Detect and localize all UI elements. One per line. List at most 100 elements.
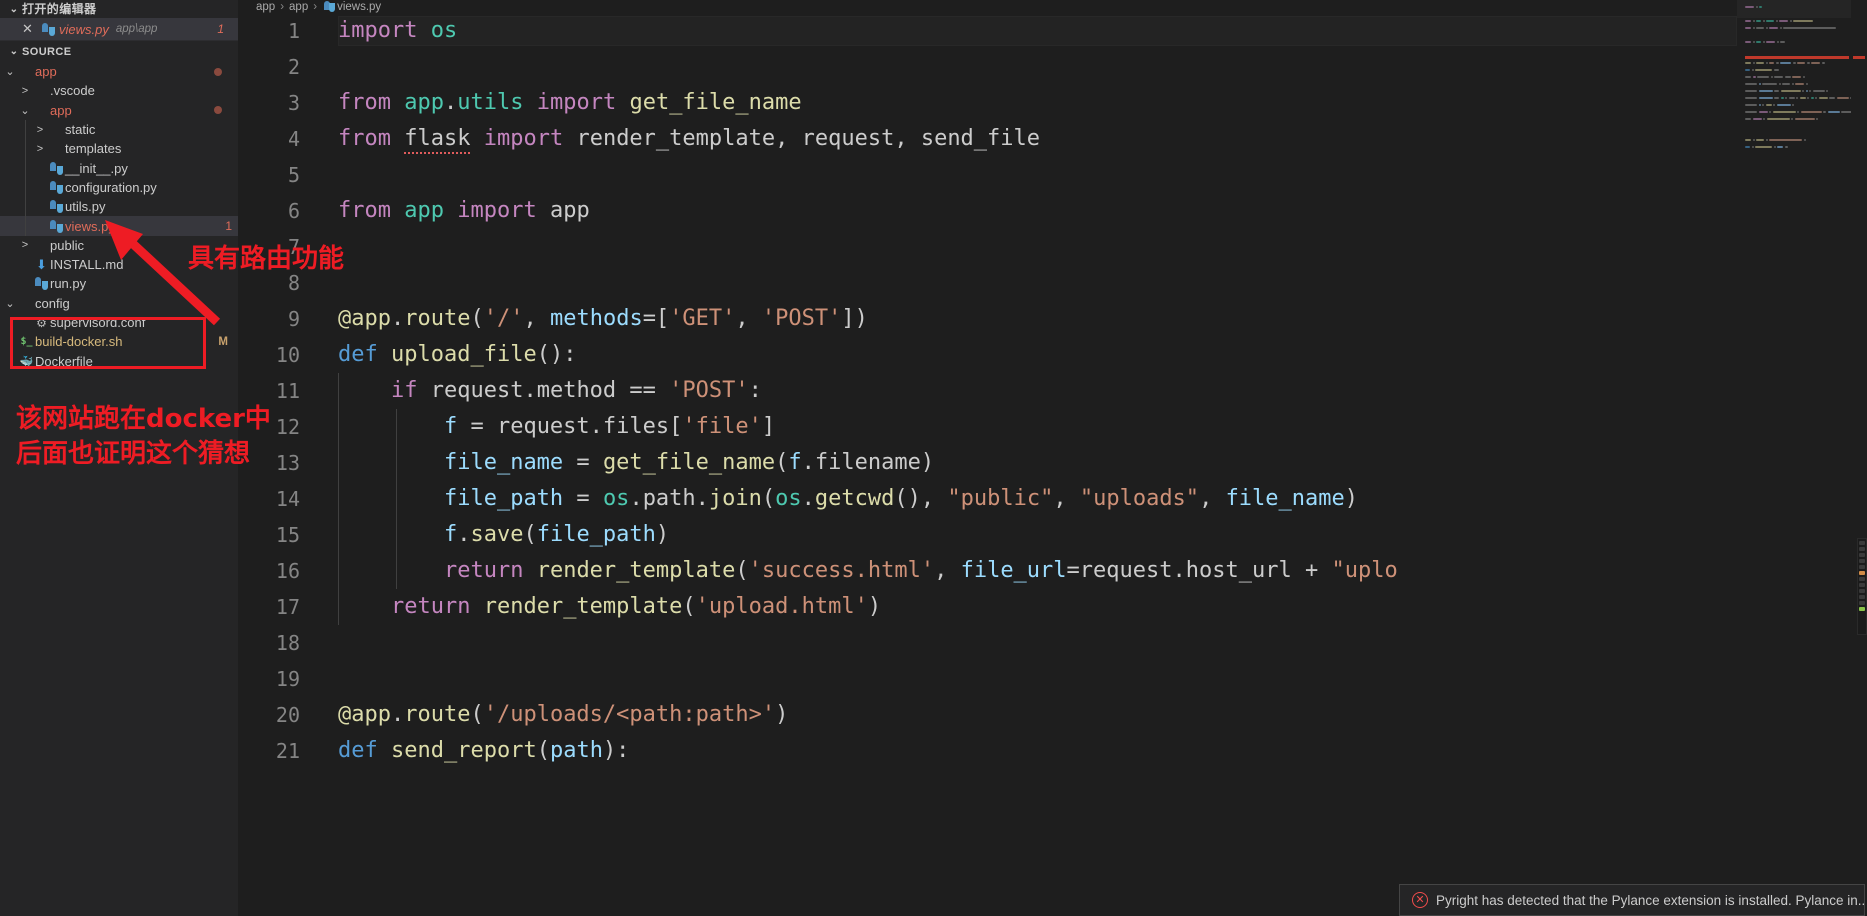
explorer-sidebar[interactable]: ⌄ 打开的编辑器 ✕ views.py app\app 1 ⌄ SOURCE ⌄…: [0, 0, 238, 916]
code-token: render_template: [483, 594, 683, 619]
open-editor-item-viewspy[interactable]: ✕ views.py app\app 1: [0, 18, 238, 41]
code-line[interactable]: 10 def upload_file():: [238, 337, 1737, 373]
tree-item--init-py[interactable]: __init__.py: [0, 158, 238, 178]
chevron-down-icon[interactable]: ⌄: [2, 65, 18, 78]
explorer-section-header-source[interactable]: ⌄ SOURCE: [0, 41, 238, 62]
tree-item-run-py[interactable]: run.py: [0, 274, 238, 293]
editor-pane: app › app › views.py 1 import os 2 3 from ap…: [238, 0, 1867, 916]
code-line[interactable]: 8: [238, 265, 1737, 301]
close-icon[interactable]: ✕: [22, 21, 40, 37]
code-token: ): [1344, 486, 1359, 511]
breadcrumb[interactable]: app › app › views.py: [238, 0, 381, 13]
tree-item-app[interactable]: ⌄ app: [0, 62, 238, 81]
chevron-right-icon[interactable]: >: [32, 143, 48, 155]
code-line[interactable]: 13 file_name = get_file_name(f.filename): [238, 445, 1737, 481]
code-line[interactable]: 19: [238, 661, 1737, 697]
tree-item-build-docker-sh[interactable]: $_ build-docker.sh M: [0, 332, 238, 351]
code-token: if: [390, 378, 418, 403]
scrollbar-overview-ruler[interactable]: [1851, 0, 1867, 916]
minimap-token: [1784, 76, 1791, 78]
tree-item-config[interactable]: ⌄ config: [0, 294, 238, 313]
code-line-text: from flask import render_template, reque…: [300, 121, 1040, 157]
code-line[interactable]: 6 from app import app: [238, 193, 1737, 229]
tree-item-views-py[interactable]: views.py 1: [0, 216, 238, 236]
code-line[interactable]: 18: [238, 625, 1737, 661]
indent-guide: [25, 119, 26, 140]
code-line[interactable]: 21 def send_report(path):: [238, 733, 1737, 769]
code-editor[interactable]: 1 import os 2 3 from app.utils import get_fi…: [238, 13, 1737, 916]
code-line[interactable]: 3 from app.utils import get_file_name: [238, 85, 1737, 121]
minimap-token: [1794, 118, 1815, 120]
minimap-token: [1745, 69, 1750, 71]
code-line[interactable]: 5: [238, 157, 1737, 193]
code-line[interactable]: 9 @app.route('/', methods=['GET', 'POST']…: [238, 301, 1737, 337]
minimap-token: [1745, 97, 1757, 99]
tree-item-public[interactable]: > public: [0, 236, 238, 255]
tree-item-templates[interactable]: > templates: [0, 139, 238, 159]
code-line[interactable]: 15 f.save(file_path): [238, 517, 1737, 553]
code-line[interactable]: 12 f = request.files['file']: [238, 409, 1737, 445]
code-token: .: [629, 486, 643, 511]
minimap-token: [1841, 111, 1851, 113]
chevron-down-icon[interactable]: ⌄: [2, 297, 18, 310]
minimap-token: [1780, 41, 1785, 43]
tree-item-app[interactable]: ⌄ app: [0, 101, 238, 120]
chevron-right-icon[interactable]: >: [32, 124, 48, 136]
chevron-down-icon: ⌄: [9, 46, 19, 57]
line-number: 5: [287, 163, 300, 187]
breadcrumb-item-2[interactable]: views.py: [337, 1, 381, 13]
code-token: .: [443, 90, 458, 115]
breadcrumb-item-1[interactable]: app: [289, 1, 308, 13]
minimap-token: [1758, 90, 1773, 92]
code-line-text: from app import app: [300, 193, 590, 229]
tree-item-dockerfile[interactable]: 🐳 Dockerfile: [0, 351, 238, 370]
minimap-token: [1780, 90, 1801, 92]
open-editors-title: 打开的编辑器: [22, 1, 97, 16]
minimap[interactable]: [1737, 0, 1851, 916]
minimap-token: [1745, 139, 1751, 141]
code-line[interactable]: 11 if request.method == 'POST':: [238, 373, 1737, 409]
code-line[interactable]: 4 from flask import render_template, requ…: [238, 121, 1737, 157]
code-line[interactable]: 16 return render_template('success.html'…: [238, 553, 1737, 589]
code-token: (: [761, 486, 776, 511]
minimap-token: [1745, 76, 1751, 78]
tree-item-configuration-py[interactable]: configuration.py: [0, 177, 238, 198]
line-number: 7: [287, 235, 300, 259]
minimap-token: [1812, 90, 1825, 92]
file-tree[interactable]: ⌄ app > .vscode ⌄ app > static > templates __init_…: [0, 62, 238, 371]
tree-item-label: configuration.py: [65, 179, 157, 195]
python-file-icon: [40, 22, 57, 36]
code-line[interactable]: 2: [238, 49, 1737, 85]
code-line[interactable]: 14 file_path = os.path.join(os.getcwd(),…: [238, 481, 1737, 517]
tree-item-install-md[interactable]: ⬇ INSTALL.md: [0, 255, 238, 274]
chevron-down-icon[interactable]: ⌄: [17, 104, 33, 117]
code-token: f: [443, 522, 458, 547]
code-line[interactable]: 17 return render_template('upload.html'): [238, 589, 1737, 625]
code-line[interactable]: 20 @app.route('/uploads/<path:path>'): [238, 697, 1737, 733]
code-token: os: [430, 18, 458, 43]
notification-message: Pyright has detected that the Pylance ex…: [1436, 892, 1864, 908]
minimap-token: [1799, 97, 1806, 99]
minimap-token: [1756, 27, 1764, 29]
code-line[interactable]: 1 import os: [238, 13, 1737, 49]
code-line[interactable]: 7: [238, 229, 1737, 265]
open-editors-header[interactable]: ⌄ 打开的编辑器: [0, 0, 238, 18]
minimap-token: [1780, 97, 1784, 99]
chevron-right-icon[interactable]: >: [17, 239, 33, 251]
tree-item-static[interactable]: > static: [0, 119, 238, 140]
chevron-right-icon[interactable]: >: [17, 85, 33, 97]
breadcrumb-item-0[interactable]: app: [256, 1, 275, 13]
minimap-slider[interactable]: [1737, 0, 1851, 18]
minimap-token: [1792, 76, 1801, 78]
tree-item--vscode[interactable]: > .vscode: [0, 81, 238, 100]
code-token: (: [775, 450, 789, 475]
line-number: 6: [287, 199, 300, 223]
tree-item-supervisord-conf[interactable]: ⚙ supervisord.conf: [0, 313, 238, 332]
code-token: ):: [602, 738, 630, 763]
line-number: 19: [275, 667, 300, 691]
notification-toast[interactable]: ✕ Pyright has detected that the Pylance …: [1399, 884, 1865, 916]
tree-item-utils-py[interactable]: utils.py: [0, 197, 238, 217]
